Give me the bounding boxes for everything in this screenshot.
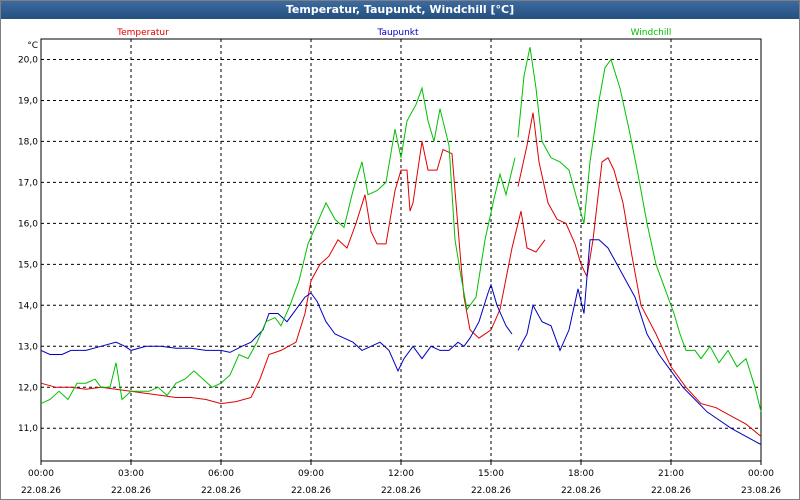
x-tick-date: 22.08.26 [111, 486, 151, 496]
legend-entry: Taupunkt [376, 28, 419, 38]
legend-entry: Windchill [631, 28, 672, 38]
x-tick-time: 00:00 [748, 469, 774, 479]
y-tick-label: 19,0 [18, 96, 38, 106]
x-tick-date: 22.08.26 [471, 486, 511, 496]
series-line [40, 283, 513, 373]
x-tick-date: 22.08.26 [291, 486, 331, 496]
x-tick-time: 06:00 [208, 469, 234, 479]
x-tick-time: 00:00 [28, 469, 54, 479]
series-line [517, 112, 762, 437]
x-tick-time: 09:00 [298, 469, 324, 479]
y-tick-label: 15,0 [18, 260, 38, 270]
x-tick-time: 18:00 [568, 469, 594, 479]
y-axis-label: °C [27, 41, 38, 51]
y-tick-label: 11,0 [18, 424, 38, 434]
x-tick-date: 23.08.26 [741, 486, 781, 496]
line-chart: 11,0 12,0 13,0 14,0 15,0 16,0 17,0 18,0 19,0 20,0… [18, 28, 781, 496]
series-line [40, 86, 516, 405]
chart-window: Temperatur, Taupunkt, Windchill [°C] 11,… [0, 0, 800, 500]
y-tick-label: 17,0 [18, 178, 38, 188]
x-tick-time: 15:00 [478, 469, 504, 479]
y-tick-label: 14,0 [18, 301, 38, 311]
x-tick-date: 22.08.26 [201, 486, 241, 496]
y-tick-label: 12,0 [18, 383, 38, 393]
series-line [517, 47, 762, 412]
x-tick-date: 22.08.26 [381, 486, 421, 496]
y-tick-label: 13,0 [18, 342, 38, 352]
x-tick-time: 21:00 [658, 469, 684, 479]
x-tick-date: 22.08.26 [21, 486, 61, 496]
x-tick-time: 03:00 [118, 469, 144, 479]
x-tick-time: 12:00 [388, 469, 414, 479]
y-tick-label: 20,0 [18, 55, 38, 65]
legend-entry: Temperatur [116, 28, 169, 38]
x-tick-date: 22.08.26 [561, 486, 601, 496]
series-line [517, 239, 762, 446]
y-tick-label: 18,0 [18, 137, 38, 147]
x-tick-date: 22.08.26 [651, 486, 691, 496]
y-tick-label: 16,0 [18, 219, 38, 229]
